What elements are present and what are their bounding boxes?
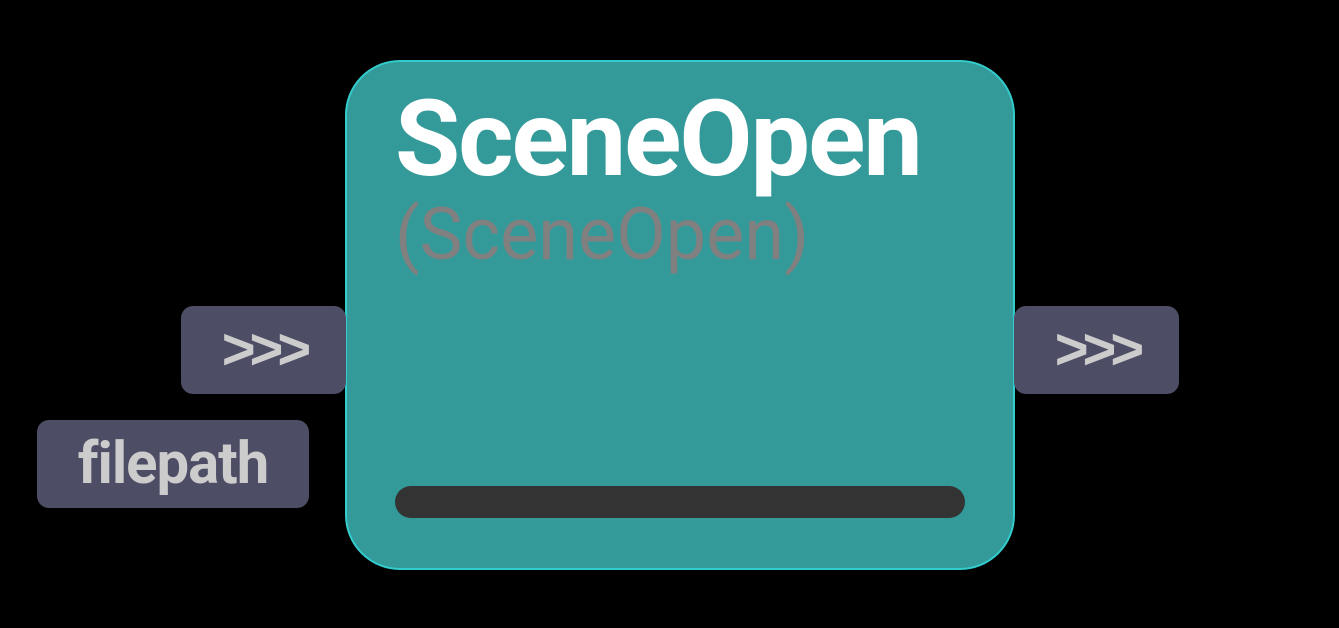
filepath-input-field[interactable] [395,486,965,518]
node-sceneopen[interactable]: SceneOpen (SceneOpen) [345,60,1015,570]
node-subtitle: (SceneOpen) [395,199,965,271]
node-title: SceneOpen [395,84,965,195]
port-input-execution[interactable]: >>> [181,306,346,394]
chevrons-right-icon: >>> [1055,321,1139,379]
node-spacer [395,271,965,486]
port-input-filepath[interactable]: filepath [37,420,309,508]
port-filepath-label: filepath [78,435,269,493]
node-body: SceneOpen (SceneOpen) [345,60,1015,570]
port-output-execution[interactable]: >>> [1014,306,1179,394]
chevrons-right-icon: >>> [222,321,306,379]
